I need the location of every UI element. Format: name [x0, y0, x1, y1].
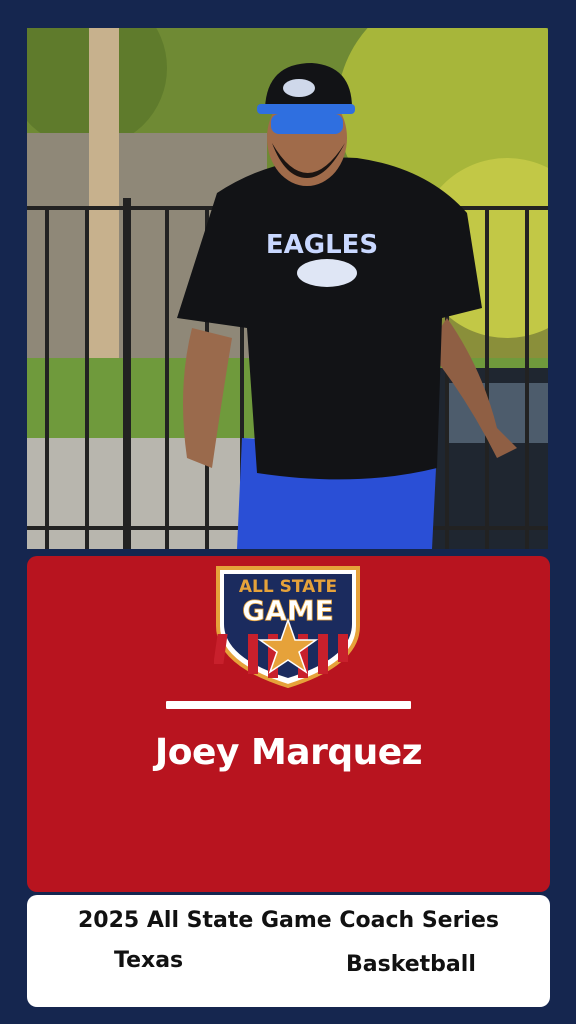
divider-line [166, 701, 411, 709]
state-label: Texas [114, 948, 184, 973]
series-title: 2025 All State Game Coach Series [77, 908, 499, 933]
sport-label: Basketball [346, 952, 476, 977]
logo-line2: GAME [242, 594, 334, 627]
shirt-logo-text: EAGLES [266, 230, 378, 260]
coach-photo: EAGLES [27, 28, 548, 549]
all-state-game-logo: ALL STATE GAME [213, 560, 362, 689]
coach-name: Joey Marquez [154, 732, 423, 773]
